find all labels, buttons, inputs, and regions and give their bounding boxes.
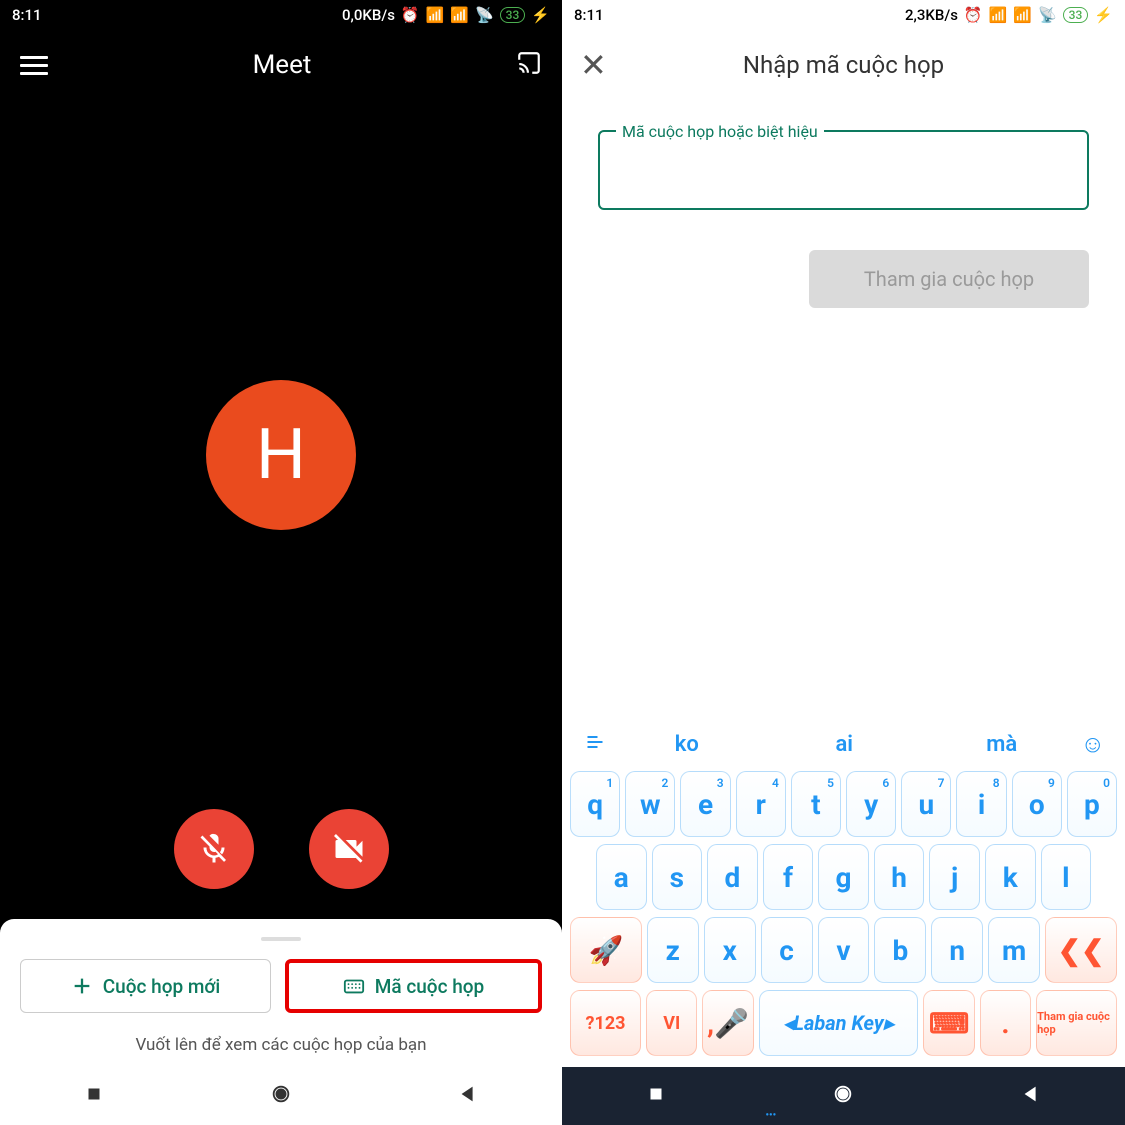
nav-home-icon[interactable] xyxy=(270,1083,292,1109)
keyboard: ko ai••• mà ☺ q1w2e3r4t5y6u7i8o9p0 asdfg… xyxy=(562,716,1125,1067)
language-key[interactable]: VI xyxy=(646,990,697,1056)
backspace-key[interactable]: ❮❮ xyxy=(1045,917,1117,983)
new-meeting-button[interactable]: Cuộc họp mới xyxy=(20,959,271,1013)
key-n[interactable]: n xyxy=(931,917,983,983)
key-g[interactable]: g xyxy=(818,844,869,910)
suggestion-row: ko ai••• mà ☺ xyxy=(568,724,1119,771)
key-l[interactable]: l xyxy=(1041,844,1092,910)
key-f[interactable]: f xyxy=(763,844,814,910)
numbers-key[interactable]: ?123 xyxy=(570,990,641,1056)
join-meeting-label: Tham gia cuộc họp xyxy=(864,267,1034,291)
key-r[interactable]: r4 xyxy=(736,771,786,837)
alarm-icon: ⏰ xyxy=(401,6,420,24)
key-w[interactable]: w2 xyxy=(625,771,675,837)
nav-bar xyxy=(562,1067,1125,1125)
grab-handle[interactable] xyxy=(261,937,301,941)
meeting-code-input[interactable]: Mã cuộc họp hoặc biệt hiệu xyxy=(598,130,1089,210)
close-icon[interactable]: ✕ xyxy=(580,46,607,84)
status-speed: 0,0KB/s xyxy=(342,6,395,24)
emoji-icon[interactable]: ☺ xyxy=(1081,730,1106,759)
key-row-1: q1w2e3r4t5y6u7i8o9p0 xyxy=(568,771,1119,837)
input-label: Mã cuộc họp hoặc biệt hiệu xyxy=(616,122,824,141)
meeting-code-label: Mã cuộc họp xyxy=(375,975,485,998)
charging-icon: ⚡ xyxy=(1094,6,1113,24)
new-meeting-label: Cuộc họp mới xyxy=(103,975,220,998)
key-j[interactable]: j xyxy=(929,844,980,910)
key-a[interactable]: a xyxy=(596,844,647,910)
app-header: Meet xyxy=(0,30,562,100)
join-meeting-button[interactable]: Tham gia cuộc họp xyxy=(809,250,1089,308)
key-x[interactable]: x xyxy=(704,917,756,983)
key-d[interactable]: d xyxy=(707,844,758,910)
comma-key[interactable]: ,🎤 xyxy=(702,990,753,1056)
enter-key[interactable]: Tham gia cuộc họp xyxy=(1036,990,1117,1056)
app-header: ✕ Nhập mã cuộc họp xyxy=(562,30,1125,100)
suggestion-1[interactable]: ko xyxy=(608,732,766,757)
signal-icon: 📶 xyxy=(450,6,469,24)
video-preview: H xyxy=(0,100,562,809)
key-p[interactable]: p0 xyxy=(1067,771,1117,837)
suggestion-2[interactable]: ai••• xyxy=(766,732,924,757)
suggestion-menu-icon[interactable] xyxy=(582,732,608,758)
status-bar: 8:11 0,0KB/s ⏰ 📶 📶 📡 33 ⚡ xyxy=(0,0,562,30)
key-u[interactable]: u7 xyxy=(901,771,951,837)
nav-bar xyxy=(0,1067,562,1125)
keyboard-switch-key[interactable]: ⌨ xyxy=(923,990,974,1056)
key-b[interactable]: b xyxy=(874,917,926,983)
wifi-icon: 📡 xyxy=(475,6,494,24)
cast-icon[interactable] xyxy=(516,50,542,80)
nav-back-icon[interactable] xyxy=(1020,1083,1042,1109)
key-y[interactable]: y6 xyxy=(846,771,896,837)
wifi-icon: 📡 xyxy=(1038,6,1057,24)
key-z[interactable]: z xyxy=(647,917,699,983)
key-row-2: asdfghjkl xyxy=(568,844,1119,910)
key-t[interactable]: t5 xyxy=(791,771,841,837)
swipe-hint: Vuốt lên để xem các cuộc họp của bạn xyxy=(20,1035,542,1055)
signal-icon: 📶 xyxy=(1013,6,1032,24)
avatar: H xyxy=(206,380,356,530)
key-e[interactable]: e3 xyxy=(680,771,730,837)
menu-icon[interactable] xyxy=(20,56,48,75)
key-row-4: ?123 VI ,🎤 ◂Laban Key▸ ⌨ . Tham gia cuộc… xyxy=(568,990,1119,1056)
signal-icon: 📶 xyxy=(989,6,1008,24)
key-h[interactable]: h xyxy=(874,844,925,910)
bottom-sheet[interactable]: Cuộc họp mới Mã cuộc họp Vuốt lên để xem… xyxy=(0,919,562,1067)
alarm-icon: ⏰ xyxy=(964,6,983,24)
nav-back-icon[interactable] xyxy=(457,1083,479,1109)
space-key[interactable]: ◂Laban Key▸ xyxy=(759,990,919,1056)
status-speed: 2,3KB/s xyxy=(905,6,958,24)
key-i[interactable]: i8 xyxy=(956,771,1006,837)
key-k[interactable]: k xyxy=(985,844,1036,910)
key-m[interactable]: m xyxy=(988,917,1040,983)
key-v[interactable]: v xyxy=(818,917,870,983)
status-time: 8:11 xyxy=(574,6,604,24)
key-o[interactable]: o9 xyxy=(1012,771,1062,837)
app-title: Meet xyxy=(253,50,312,80)
call-controls xyxy=(0,809,562,919)
meeting-code-button[interactable]: Mã cuộc họp xyxy=(285,959,542,1013)
page-title: Nhập mã cuộc họp xyxy=(743,51,944,79)
shift-key[interactable]: 🚀 xyxy=(570,917,642,983)
battery-icon: 33 xyxy=(500,7,526,23)
mic-off-button[interactable] xyxy=(174,809,254,889)
charging-icon: ⚡ xyxy=(531,6,550,24)
nav-recent-icon[interactable] xyxy=(645,1083,667,1109)
key-row-3: 🚀 zxcvbnm❮❮ xyxy=(568,917,1119,983)
period-key[interactable]: . xyxy=(980,990,1031,1056)
key-q[interactable]: q1 xyxy=(570,771,620,837)
key-s[interactable]: s xyxy=(652,844,703,910)
status-bar: 8:11 2,3KB/s ⏰ 📶 📶 📡 33 ⚡ xyxy=(562,0,1125,30)
form-area: Mã cuộc họp hoặc biệt hiệu Tham gia cuộc… xyxy=(562,100,1125,716)
signal-icon: 📶 xyxy=(426,6,445,24)
suggestion-3[interactable]: mà xyxy=(923,732,1081,757)
battery-icon: 33 xyxy=(1063,7,1089,23)
nav-recent-icon[interactable] xyxy=(83,1083,105,1109)
key-c[interactable]: c xyxy=(761,917,813,983)
nav-home-icon[interactable] xyxy=(832,1083,854,1109)
camera-off-button[interactable] xyxy=(309,809,389,889)
status-time: 8:11 xyxy=(12,6,42,24)
